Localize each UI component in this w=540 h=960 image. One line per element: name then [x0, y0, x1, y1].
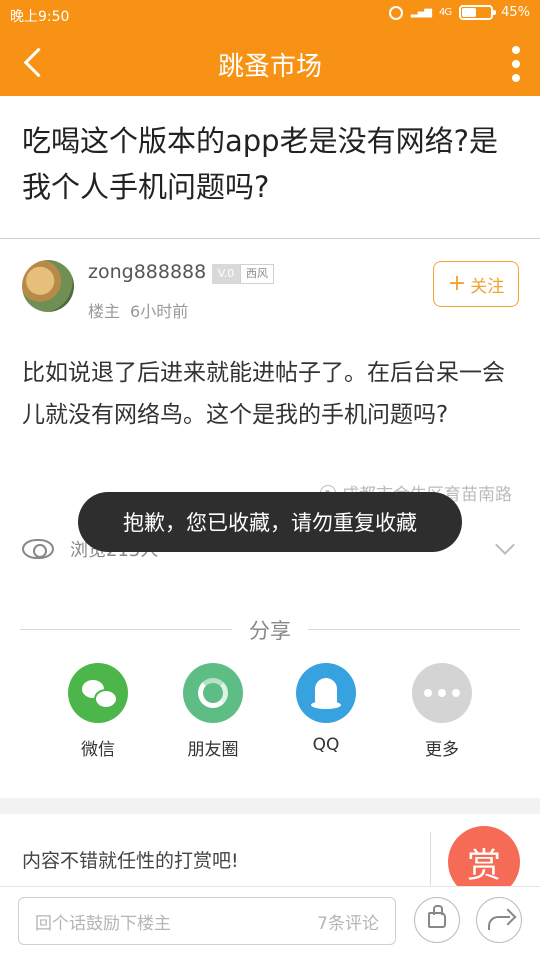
follow-button[interactable]: + 关注	[433, 261, 519, 307]
reward-prompt: 内容不错就任性的打赏吧!	[22, 850, 239, 872]
share-title: 分享	[249, 619, 291, 643]
network-type: 4G	[438, 7, 452, 18]
wechat-icon	[82, 680, 118, 709]
post-body: 比如说退了后进来就能进帖子了。在后台呆一会儿就没有网络鸟。这个是我的手机问题吗?	[22, 360, 505, 428]
share-qq-circle	[296, 663, 356, 723]
more-options-icon[interactable]	[506, 44, 526, 84]
post-time: 6小时前	[130, 302, 189, 321]
section-separator	[0, 798, 540, 814]
battery-fill	[462, 8, 476, 17]
comment-input[interactable]: 回个话鼓励下楼主 7条评论	[18, 897, 396, 945]
author-meta: 楼主 6小时前	[88, 298, 188, 322]
chevron-down-icon[interactable]	[495, 535, 515, 555]
signal-icon: ▂▄▆	[410, 7, 432, 18]
share-qq-label: QQ	[312, 735, 340, 755]
qq-icon	[311, 678, 341, 709]
share-moments-button[interactable]: 朋友圈	[163, 663, 263, 760]
share-wechat-button[interactable]: 微信	[48, 663, 148, 760]
more-icon	[424, 689, 460, 697]
eye-icon	[22, 539, 54, 559]
moments-icon	[198, 678, 228, 708]
share-moments-circle	[183, 663, 243, 723]
status-time: 晚上9:50	[10, 9, 70, 25]
forward-button[interactable]	[476, 897, 522, 943]
share-moments-label: 朋友圈	[187, 740, 239, 760]
author-role: 楼主	[88, 302, 121, 321]
author-level-badge: V.0	[212, 264, 240, 284]
battery-icon	[459, 5, 497, 20]
alarm-icon	[388, 5, 403, 20]
share-wechat-circle	[68, 663, 128, 723]
share-arrow-icon	[488, 916, 510, 930]
page-title: 跳蚤市场	[217, 52, 322, 82]
thumbs-up-icon	[428, 905, 446, 928]
divider	[0, 238, 540, 239]
toast-message: 抱歉，您已收藏，请勿重复收藏	[78, 492, 462, 552]
author-group-badge: 西风	[240, 264, 274, 284]
author-avatar[interactable]	[22, 260, 74, 312]
share-wechat-label: 微信	[81, 740, 115, 760]
author-name[interactable]: zong888888	[88, 261, 206, 283]
reward-divider	[430, 832, 431, 888]
share-more-label: 更多	[425, 740, 459, 760]
status-bar: 晚上9:50 ▂▄▆ 4G 45%	[0, 0, 540, 30]
comment-count[interactable]: 7条评论	[317, 909, 379, 934]
plus-icon: +	[447, 271, 467, 296]
share-more-circle	[412, 663, 472, 723]
share-qq-button[interactable]: QQ	[276, 663, 376, 755]
like-button[interactable]	[414, 897, 460, 943]
status-icons: ▂▄▆ 4G 45%	[388, 5, 530, 20]
nav-bar: 跳蚤市场	[0, 30, 540, 96]
share-divider-left	[20, 629, 232, 630]
share-more-button[interactable]: 更多	[392, 663, 492, 760]
follow-label: 关注	[470, 276, 505, 297]
comment-placeholder: 回个话鼓励下楼主	[35, 913, 171, 934]
post-title: 吃喝这个版本的app老是没有网络?是我个人手机问题吗?	[22, 124, 498, 204]
battery-percent: 45%	[501, 5, 530, 20]
share-divider-right	[308, 629, 520, 630]
